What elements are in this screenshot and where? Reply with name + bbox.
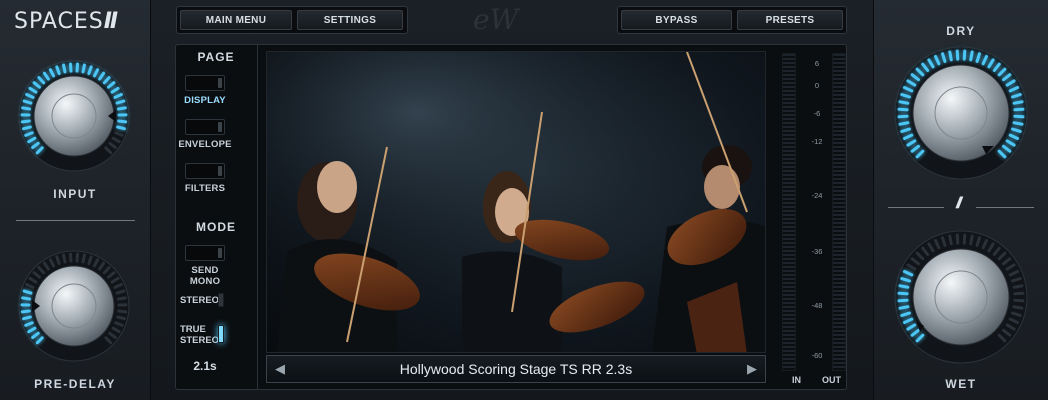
main-menu-button[interactable]: MAIN MENU	[180, 10, 292, 30]
knob-tick	[20, 309, 31, 314]
db-tick-minus-24: -24	[811, 191, 823, 200]
wet-knob[interactable]	[894, 226, 1028, 368]
page-mode-column: PAGE DISPLAY ENVELOPE FILTERS MODE SEND …	[176, 45, 258, 389]
main-display-frame: PAGE DISPLAY ENVELOPE FILTERS MODE SEND …	[175, 44, 847, 390]
time-readout: 2.1s	[193, 359, 217, 373]
knob-tick	[898, 305, 910, 310]
spaces-divider-symbol: //	[956, 195, 962, 212]
knob-tick	[1012, 100, 1024, 105]
left-divider	[16, 220, 135, 221]
center-panel: MAIN MENU SETTINGS eW BYPASS PRESETS PAG…	[151, 0, 873, 400]
left-panel: SPACESII INPUT PRE-DELAY	[0, 0, 151, 400]
input-label: INPUT	[53, 187, 97, 201]
pre-delay-knob[interactable]	[12, 248, 136, 364]
filters-page-label: FILTERS	[184, 183, 226, 194]
prev-preset-arrow-icon[interactable]: ◀	[275, 361, 285, 377]
page-heading: PAGE	[197, 50, 235, 64]
envelope-page-label: ENVELOPE	[178, 139, 232, 150]
knob-tick	[969, 50, 974, 62]
stereo-label: STEREO	[180, 295, 220, 306]
knob-tick	[1012, 121, 1024, 126]
preset-selector-bar: ◀ Hollywood Scoring Stage TS RR 2.3s ▶	[266, 355, 766, 383]
true-stereo-led[interactable]	[218, 325, 224, 343]
true-stereo-label-line1: TRUE	[180, 324, 206, 335]
db-tick-minus-6: -6	[813, 109, 821, 118]
bypass-button[interactable]: BYPASS	[621, 10, 732, 30]
envelope-page-switch[interactable]	[185, 119, 225, 135]
db-tick-minus-60: -60	[811, 351, 823, 360]
true-stereo-label-line2: STEREO	[180, 335, 220, 346]
presets-button[interactable]: PRESETS	[737, 10, 843, 30]
knob-tick	[22, 99, 33, 105]
knob-tick	[1012, 305, 1024, 310]
filters-page-switch[interactable]	[185, 163, 225, 179]
knob-tick	[898, 100, 910, 105]
right-panel: DRY // WET	[873, 0, 1048, 400]
preset-image	[266, 51, 766, 353]
display-page-switch[interactable]	[185, 75, 225, 91]
knob-tick	[898, 284, 910, 289]
knob-tick	[20, 119, 31, 124]
stereo-led[interactable]	[218, 293, 224, 307]
top-right-button-group: BYPASS PRESETS	[617, 6, 847, 34]
dry-knob[interactable]	[894, 42, 1028, 184]
knob-tick	[116, 106, 127, 111]
knob-tick	[81, 253, 86, 264]
meter-in-label: IN	[792, 375, 801, 385]
db-tick-minus-48: -48	[811, 301, 823, 310]
spaces-logo: SPACESII	[14, 9, 118, 34]
knob-tick	[62, 253, 67, 264]
output-meter	[832, 53, 846, 371]
meter-out-label: OUT	[822, 375, 841, 385]
knob-tick	[115, 289, 126, 295]
knob-tick	[117, 119, 128, 124]
knob-tick	[948, 234, 953, 246]
db-tick-minus-36: -36	[811, 247, 823, 256]
knob-tick	[116, 125, 126, 131]
display-page-label: DISPLAY	[184, 95, 226, 106]
pre-delay-label: PRE-DELAY	[34, 377, 116, 391]
level-meter: 6 0 -6 -12 -24 -36 -48 -60 IN OUT	[776, 51, 846, 389]
svg-text:eW: eW	[473, 4, 521, 34]
settings-button[interactable]: SETTINGS	[297, 10, 403, 30]
knob-tick	[969, 234, 974, 246]
knob-tick	[21, 296, 32, 301]
knob-tick	[898, 121, 910, 126]
knob-tick	[22, 315, 32, 321]
right-divider-right	[976, 207, 1034, 208]
wet-label: WET	[945, 377, 977, 391]
knob-tick	[948, 50, 953, 62]
dry-label: DRY	[946, 24, 976, 38]
top-left-button-group: MAIN MENU SETTINGS	[176, 6, 408, 34]
right-divider-left	[888, 207, 944, 208]
wet-knob-graphic	[894, 230, 1028, 364]
knob-tick	[81, 63, 86, 74]
knob-tick	[62, 63, 67, 74]
input-knob-graphic	[18, 60, 130, 172]
input-knob[interactable]	[12, 58, 136, 174]
knob-tick	[117, 309, 128, 314]
preset-name[interactable]: Hollywood Scoring Stage TS RR 2.3s	[297, 361, 735, 377]
db-tick-0: 0	[814, 81, 820, 90]
mode-heading: MODE	[196, 220, 236, 234]
db-tick-minus-12: -12	[811, 137, 823, 146]
pre-delay-knob-graphic	[18, 250, 130, 362]
knob-tick	[116, 315, 126, 321]
knob-tick	[116, 296, 127, 301]
send-mono-label: SEND MONO	[189, 265, 221, 287]
input-meter	[782, 53, 796, 371]
knob-tick	[22, 289, 33, 295]
dry-knob-graphic	[894, 46, 1028, 180]
knob-tick	[1012, 284, 1024, 289]
send-mono-switch[interactable]	[185, 245, 225, 261]
knob-tick	[21, 106, 32, 111]
knob-tick	[115, 99, 126, 105]
knob-tick	[22, 125, 32, 131]
db-tick-6: 6	[814, 59, 820, 68]
orchestra-photo	[267, 52, 765, 352]
ew-logo: eW	[473, 4, 521, 34]
next-preset-arrow-icon[interactable]: ▶	[747, 361, 757, 377]
